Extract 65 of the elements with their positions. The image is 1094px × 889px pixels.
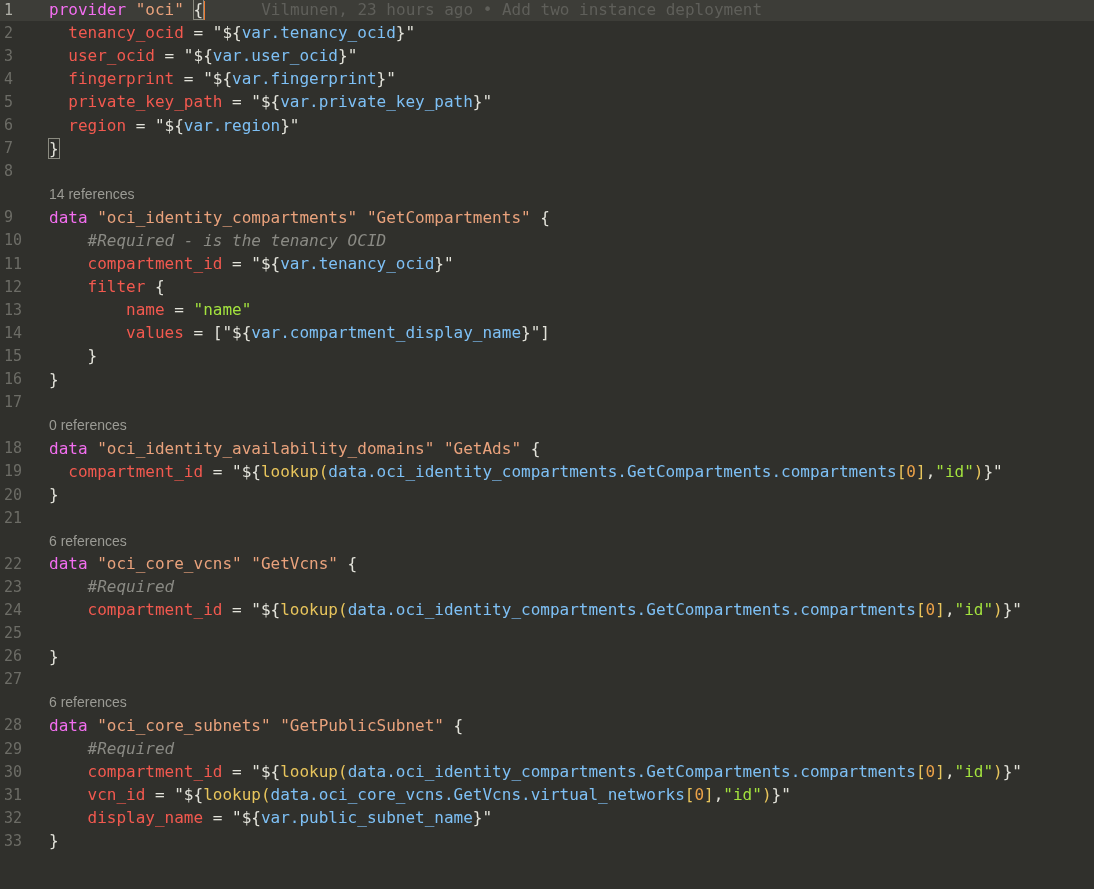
line-number: 5 <box>4 92 14 111</box>
code-line: } <box>87 346 98 366</box>
code-line: tenancy_ocid = "${var.tenancy_ocid}" <box>68 23 416 43</box>
line-number: 3 <box>4 46 14 65</box>
code-line: provider "oci" { <box>49 0 206 20</box>
code-line: data "oci_identity_availability_domains" "GetAds" { <box>49 438 541 458</box>
code-line: values = ["${var.compartment_display_name}"] <box>126 323 550 343</box>
code-line: compartment_id = "${lookup(data.oci_identity_compartments.GetCompartments.compartments[0],"id")}" <box>87 600 1022 620</box>
line-number: 31 <box>4 785 23 804</box>
references-lens[interactable]: 6 references <box>49 694 127 711</box>
line-number: 32 <box>4 808 23 827</box>
code-line: } <box>49 369 59 389</box>
references-lens[interactable]: 0 references <box>49 417 127 434</box>
line-number: 7 <box>4 139 14 158</box>
line-number: 28 <box>4 716 23 735</box>
line-number: 14 <box>4 323 23 342</box>
line-number: 20 <box>4 485 23 504</box>
line-number: 17 <box>4 393 23 412</box>
code-line: name = "name" <box>126 300 252 320</box>
code-line: fingerprint = "${var.fingerprint}" <box>68 69 396 89</box>
line-number: 23 <box>4 577 23 596</box>
code-line: filter { <box>87 277 165 297</box>
line-number: 10 <box>4 231 23 250</box>
line-number: 22 <box>4 554 23 573</box>
line-number: 6 <box>4 116 14 134</box>
code-line: #Required <box>87 577 175 597</box>
line-number: 11 <box>4 254 23 273</box>
code-line: } <box>49 831 59 851</box>
line-number: 26 <box>4 647 23 666</box>
line-number: 21 <box>4 508 23 527</box>
code-line: compartment_id = "${lookup(data.oci_identity_compartments.GetCompartments.compartments[0],"id")}" <box>87 762 1022 782</box>
code-line: #Required - is the tenancy OCID <box>87 231 387 250</box>
code-line: data "oci_core_vcns" "GetVcns" { <box>49 554 358 574</box>
code-line: data "oci_core_subnets" "GetPublicSubnet" { <box>49 715 464 735</box>
code-line: #Required <box>87 739 175 759</box>
line-number: 8 <box>4 162 14 181</box>
line-number: 29 <box>4 739 23 758</box>
code-line: display_name = "${var.public_subnet_name}" <box>87 808 493 828</box>
line-number: 19 <box>4 462 23 481</box>
line-number: 9 <box>4 208 14 227</box>
code-line: user_ocid = "${var.user_ocid}" <box>68 46 358 66</box>
line-number: 15 <box>4 346 23 365</box>
code-line: compartment_id = "${lookup(data.oci_identity_compartments.GetCompartments.compartments[0],"id")}" <box>68 461 1003 481</box>
code-line: vcn_id = "${lookup(data.oci_core_vcns.GetVcns.virtual_networks[0],"id")}" <box>87 785 791 805</box>
code-line: compartment_id = "${var.tenancy_ocid}" <box>87 254 454 274</box>
code-line: region = "${var.region}" <box>68 115 300 135</box>
line-number: 4 <box>4 69 14 88</box>
code-line: data "oci_identity_compartments" "GetCompartments" { <box>49 207 550 227</box>
code-line: } <box>49 138 59 158</box>
line-number: 33 <box>4 831 23 850</box>
references-lens[interactable]: 6 references <box>49 532 127 549</box>
line-number: 13 <box>4 300 23 319</box>
line-number: 1 <box>4 0 14 19</box>
code-line: private_key_path = "${var.private_key_path}" <box>68 92 493 112</box>
line-number: 12 <box>4 277 23 296</box>
line-number: 24 <box>4 601 23 619</box>
line-number: 18 <box>4 439 23 458</box>
code-line: } <box>49 485 59 504</box>
code-line: } <box>49 646 59 666</box>
line-number: 27 <box>4 670 23 689</box>
references-lens[interactable]: 14 references <box>49 186 135 203</box>
line-number: 16 <box>4 370 23 389</box>
line-number: 2 <box>4 23 14 42</box>
line-number: 25 <box>4 624 23 643</box>
line-number: 30 <box>4 762 23 781</box>
